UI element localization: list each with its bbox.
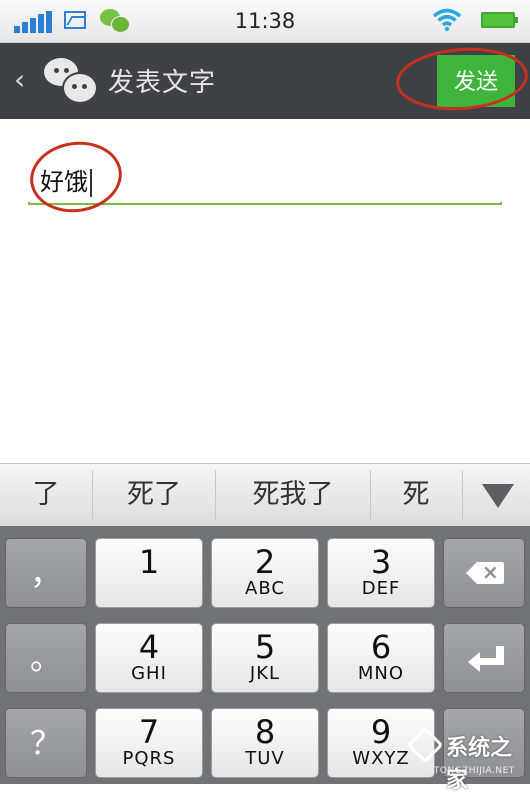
comma-key[interactable]: ， (5, 538, 87, 608)
candidate-bar: 了 死了 死我了 死 (0, 463, 530, 527)
key-5[interactable]: 5 JKL (211, 623, 319, 693)
enter-icon (468, 646, 504, 672)
period-key[interactable]: 。 (5, 623, 87, 693)
candidate-item[interactable]: 死我了 (216, 464, 370, 526)
battery-icon (481, 12, 518, 28)
candidate-item[interactable]: 了 (0, 464, 92, 526)
backspace-key[interactable]: × (443, 538, 525, 608)
page-title: 发表文字 (108, 68, 217, 98)
key-3[interactable]: 3 DEF (327, 538, 435, 608)
backspace-icon: × (466, 560, 504, 584)
wechat-logo-icon (44, 56, 98, 106)
back-button[interactable]: ‹ (14, 63, 25, 96)
annotation-circle-input (25, 135, 127, 219)
candidate-item[interactable]: 死 (371, 464, 461, 526)
wifi-icon (432, 8, 462, 32)
question-key[interactable]: ？ (5, 708, 87, 778)
watermark-url: XITONGZHIJIA.NET (424, 766, 515, 776)
candidate-item[interactable]: 死了 (93, 464, 215, 526)
key-1[interactable]: 1 (95, 538, 203, 608)
key-7[interactable]: 7 PQRS (95, 708, 203, 778)
key-4[interactable]: 4 GHI (95, 623, 203, 693)
expand-candidates-icon[interactable] (482, 484, 514, 508)
key-2[interactable]: 2 ABC (211, 538, 319, 608)
status-bar: 11:38 (0, 0, 530, 43)
key-6[interactable]: 6 MNO (327, 623, 435, 693)
house-logo-icon (406, 726, 444, 764)
enter-key[interactable] (443, 623, 525, 693)
key-8[interactable]: 8 TUV (211, 708, 319, 778)
watermark-text: 系统之家 (446, 736, 513, 793)
watermark-logo: 系统之家 XITONGZHIJIA.NET (404, 724, 530, 793)
